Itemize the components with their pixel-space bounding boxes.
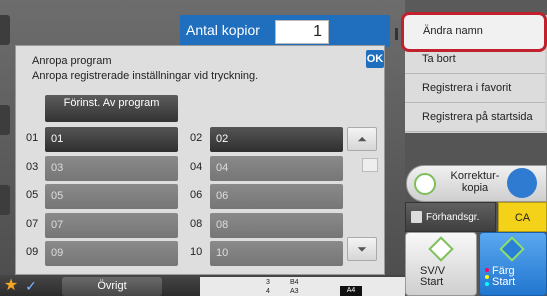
slot-number: 02: [190, 132, 203, 144]
slot-number: 03: [26, 161, 39, 173]
dialog-title: Anropa program: [32, 55, 112, 67]
slot-number: 07: [26, 218, 39, 230]
color-start-label: Färg Start: [492, 265, 516, 288]
program-slot-button[interactable]: 03: [45, 156, 178, 181]
tray-paper-size: A3: [290, 288, 299, 295]
menu-item-rename[interactable]: Ändra namn: [401, 12, 547, 52]
program-slot-button[interactable]: 01: [45, 127, 178, 152]
copies-input[interactable]: 1: [275, 20, 329, 44]
program-slot-button[interactable]: 04: [210, 156, 343, 181]
clear-all-button[interactable]: CA: [498, 202, 547, 232]
paper-size-badge: A4: [340, 286, 362, 296]
side-tab: [0, 185, 10, 215]
yellow-dot: [485, 275, 489, 279]
dialog-description: Anropa registrerade inställningar vid tr…: [32, 70, 259, 82]
scroll-up-button[interactable]: ⏶: [347, 127, 377, 151]
ok-button[interactable]: OK: [366, 50, 384, 68]
tray-number: 4: [266, 288, 270, 295]
divider: [395, 28, 398, 40]
slot-number: 09: [26, 246, 39, 258]
color-diamond-icon: [507, 168, 537, 198]
program-slot-button[interactable]: 09: [45, 241, 178, 266]
proof-copy-label: Korrektur- kopia: [450, 170, 500, 194]
program-slot-button[interactable]: 05: [45, 184, 178, 209]
cyan-dot: [485, 282, 489, 286]
scroll-track[interactable]: [362, 158, 378, 172]
menu-item-register-favorite[interactable]: Registrera i favorit: [405, 74, 545, 103]
side-tab: [0, 105, 10, 135]
magenta-dot: [485, 268, 489, 272]
preset-program-button[interactable]: Förinst. Av program: [45, 95, 178, 122]
program-slot-button[interactable]: 10: [210, 241, 343, 266]
start-diamond-icon: [414, 173, 436, 195]
check-icon[interactable]: ✓: [22, 277, 40, 295]
menu-item-register-home[interactable]: Registrera på startsida: [405, 103, 545, 132]
double-chevron-down-icon: ⏷: [357, 242, 367, 256]
copies-label: Antal kopior: [186, 22, 260, 38]
slot-number: 04: [190, 161, 203, 173]
tray-number: 3: [266, 279, 270, 286]
program-slot-button[interactable]: 02: [210, 127, 343, 152]
program-slot-button[interactable]: 08: [210, 213, 343, 238]
program-slot-button[interactable]: 07: [45, 213, 178, 238]
bw-start-label: SV/V Start: [420, 265, 446, 288]
program-slot-button[interactable]: 06: [210, 184, 343, 209]
slot-number: 08: [190, 218, 203, 230]
preview-icon: [411, 211, 422, 223]
slot-number: 10: [190, 246, 203, 258]
slot-number: 01: [26, 132, 39, 144]
side-tab: [0, 15, 10, 45]
slot-number: 06: [190, 189, 203, 201]
double-chevron-up-icon: ⏶: [357, 132, 367, 146]
slot-number: 05: [26, 189, 39, 201]
star-icon[interactable]: ★: [2, 277, 20, 295]
tray-paper-size: B4: [290, 279, 299, 286]
scroll-down-button[interactable]: ⏷: [347, 237, 377, 261]
status-strip: [200, 277, 405, 296]
other-button[interactable]: Övrigt: [62, 277, 162, 296]
